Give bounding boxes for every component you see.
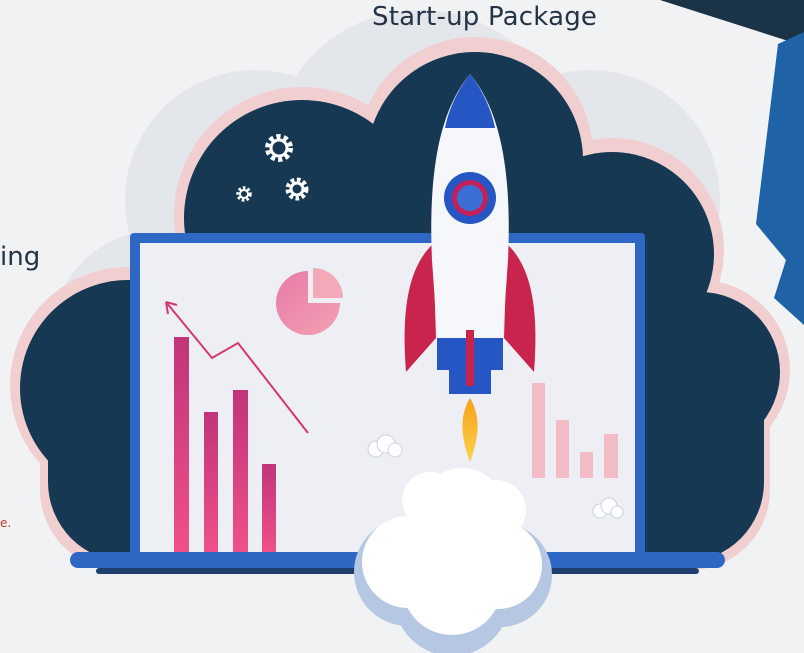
cropped-red-text: e. xyxy=(0,516,12,530)
slide-title: Start-up Package xyxy=(372,2,598,32)
chart-bar xyxy=(233,390,248,553)
faded-bar xyxy=(556,420,569,478)
chart-bar xyxy=(204,412,218,553)
faded-bar xyxy=(580,452,593,478)
blue-stripe xyxy=(756,32,804,325)
cropped-left-text: ing xyxy=(0,242,41,272)
chart-bar xyxy=(262,464,276,553)
faded-bar xyxy=(604,434,618,478)
startup-illustration xyxy=(10,0,804,653)
chart-bar xyxy=(174,337,189,553)
faded-bar xyxy=(532,383,545,478)
corner-shape xyxy=(660,0,804,46)
